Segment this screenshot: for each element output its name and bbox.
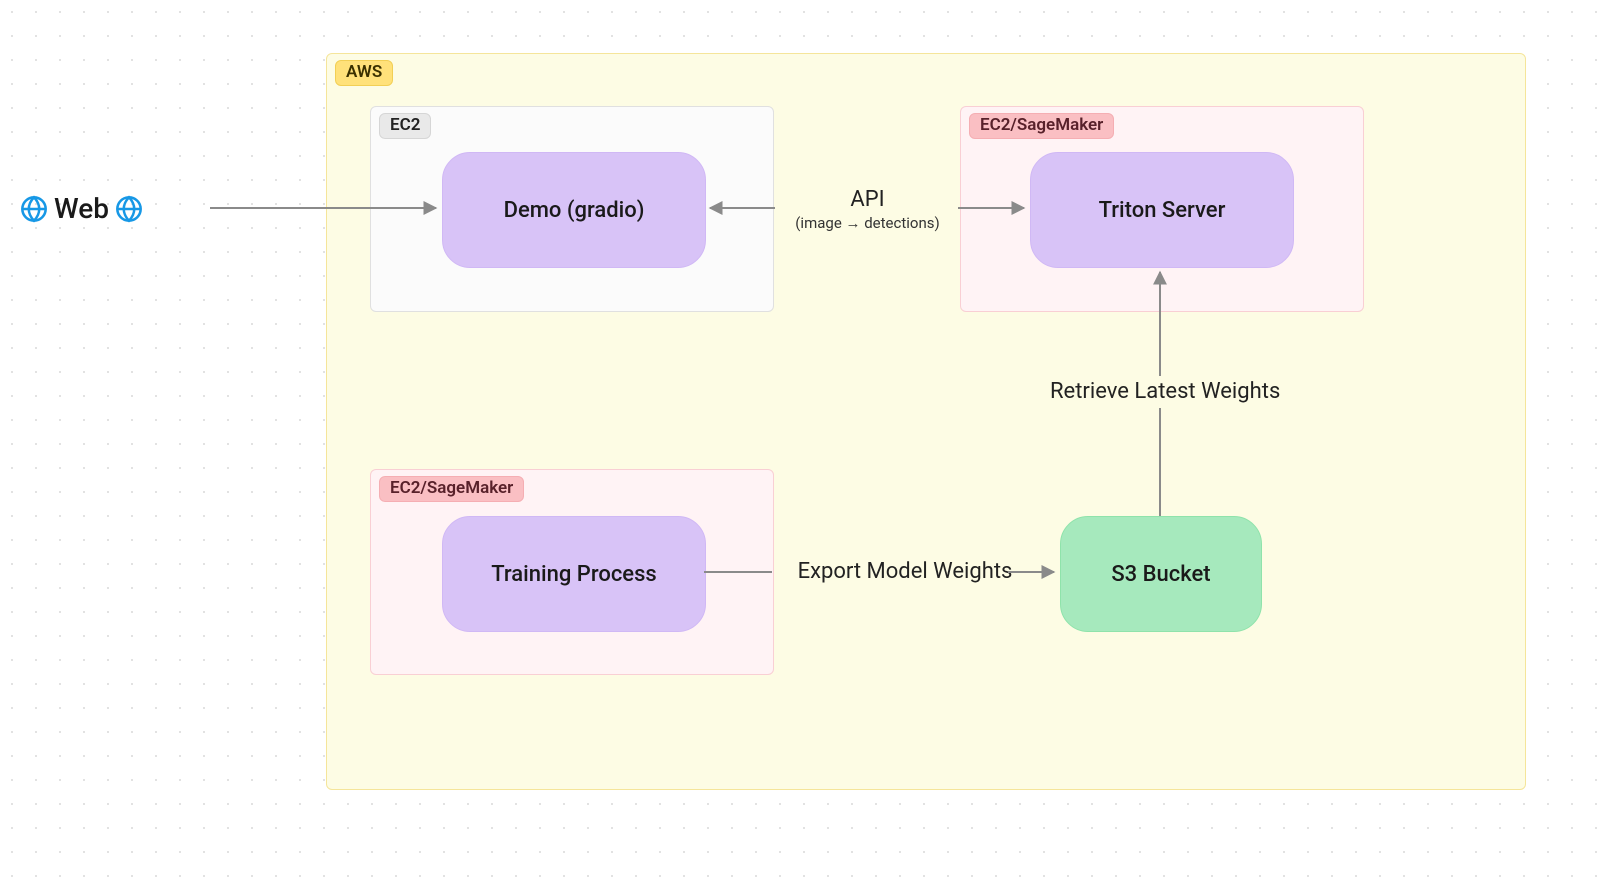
diagram-canvas: Web AWS EC2 EC2/SageMaker EC2/SageMaker … [0,0,1600,879]
web-node: Web [20,192,143,225]
ec2-tag: EC2 [379,113,431,139]
s3-node: S3 Bucket [1060,516,1262,632]
triton-label: Triton Server [1099,198,1226,223]
export-edge-label: Export Model Weights [775,558,1035,586]
training-label: Training Process [491,562,656,587]
demo-node: Demo (gradio) [442,152,706,268]
api-edge-label: API (image → detections) [775,186,960,232]
retrieve-edge-label: Retrieve Latest Weights [1050,378,1290,406]
triton-node: Triton Server [1030,152,1294,268]
aws-tag: AWS [335,60,393,86]
ec2-sagemaker-tag: EC2/SageMaker [969,113,1114,139]
training-node: Training Process [442,516,706,632]
ec2-sagemaker-tag: EC2/SageMaker [379,476,524,502]
api-edge-subtitle: (image → detections) [775,214,960,233]
web-label: Web [54,192,109,225]
globe-icon [115,195,143,223]
api-edge-title: API [775,186,960,214]
demo-label: Demo (gradio) [504,198,645,223]
globe-icon [20,195,48,223]
s3-label: S3 Bucket [1111,562,1210,587]
